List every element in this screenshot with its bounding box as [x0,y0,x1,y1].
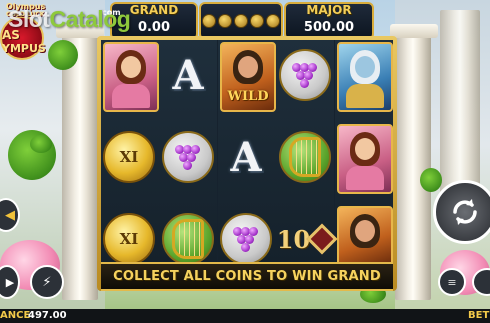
temple-column-left [62,30,98,300]
symbol-wild: WILD [220,42,276,112]
coin-icon: XI [103,213,155,265]
watermark: SlotCatalog [8,6,131,33]
grapes-icon [290,61,320,89]
coin-value-button[interactable]: ≡ [438,268,466,296]
bottom-bar: ANCE 497.00 BET [0,309,490,323]
grapes-icon [173,143,203,171]
coin-stack-icon: ≡ [447,275,457,289]
coin-slot-icon [234,14,248,28]
goddess-body [346,166,384,190]
watermark-part-2: Catalog [49,6,131,32]
logo-line-2: YMPUS [2,42,46,55]
wild-label: WILD [227,89,269,104]
goddess-face [121,56,141,78]
symbol-letter-a: A [220,124,272,190]
diamond-icon [306,223,338,255]
ten-symbol: 10 [276,223,338,255]
coin-slot-icon [250,14,264,28]
grapes-orb-icon [220,213,272,265]
symbol-poseidon [337,42,393,112]
spin-button[interactable] [433,180,490,244]
coin-slot-icon [202,14,216,28]
harp-icon [289,137,321,177]
hades-face [238,56,258,78]
grapes-orb-icon [162,131,214,183]
leaves-decoration [420,168,442,192]
balance-label: ANCE [0,310,31,321]
letter-a: A [172,51,204,99]
jackpot-major: MAJOR 500.00 [284,2,374,40]
harp-orb-icon [162,213,214,265]
watermark-part-1: Slot [8,6,50,32]
symbol-grapes [162,124,214,190]
coin-icon: XI [103,131,155,183]
jackpot-major-label: MAJOR [306,3,352,17]
column-capital-right [390,24,438,38]
goddess-body [112,84,150,108]
spin-icon [453,199,477,225]
coin-slot-icon [218,14,232,28]
autoplay-icon: ▶ [5,275,15,289]
goddess-face [355,138,375,160]
leaves-decoration [30,135,52,153]
coin-slot-icon [266,14,280,28]
grapes-orb-icon [279,49,331,101]
leaves-decoration [48,40,78,70]
symbol-harp [279,124,331,190]
symbol-coin: XI [103,124,155,190]
ten-label: 10 [276,224,311,254]
hades-face [355,220,375,242]
temple-column-right [395,30,431,300]
letter-a: A [230,133,262,181]
turbo-icon: ⚡ [42,274,52,290]
balance-value: 497.00 [28,310,67,321]
grapes-icon [231,225,261,253]
banner-text: COLLECT ALL COINS TO WIN GRAND [113,269,381,284]
back-icon: ◀ [5,207,15,223]
jackpot-coin-collector [199,2,283,40]
poseidon-face [355,56,375,78]
collect-coins-banner: COLLECT ALL COINS TO WIN GRAND [101,262,393,291]
poseidon-trident [346,84,384,108]
harp-orb-icon [279,131,331,183]
symbol-hades [337,206,393,266]
symbol-grapes [279,42,331,108]
turbo-button[interactable]: ⚡ [30,265,64,299]
symbol-goddess [337,124,393,194]
symbol-letter-a: A [162,42,214,108]
harp-icon [172,219,204,259]
jackpot-major-value: 500.00 [303,20,355,35]
symbol-goddess [103,42,159,112]
bet-label: BET [468,310,490,321]
